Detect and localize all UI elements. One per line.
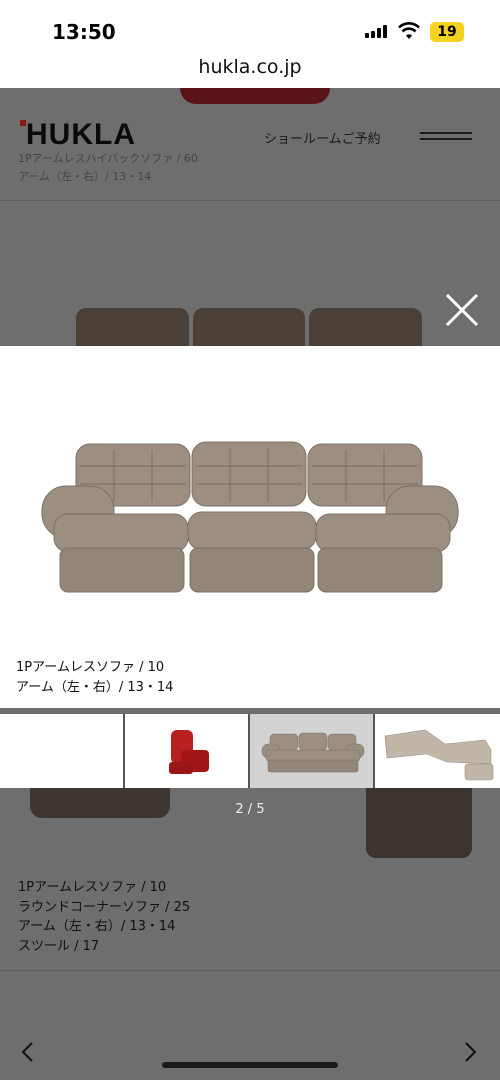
- background-caption-line: 1Pアームレスハイバックソファ / 60: [18, 152, 198, 165]
- background-product-list: 1Pアームレスソファ / 10 ラウンドコーナーソファ / 25 アーム（左・右…: [18, 878, 190, 956]
- background-caption-line: アーム（左・右）/ 13・14: [18, 170, 152, 183]
- close-icon[interactable]: [444, 292, 480, 328]
- background-sofa-image: [76, 308, 423, 348]
- status-time: 13:50: [52, 20, 116, 44]
- battery-indicator: 19: [430, 22, 464, 42]
- thumbnail-2[interactable]: [125, 714, 250, 788]
- home-indicator: [162, 1062, 338, 1068]
- menu-icon[interactable]: [420, 132, 472, 144]
- signal-icon: [365, 24, 387, 38]
- status-bar: 13:50 19: [0, 0, 500, 52]
- divider: [0, 970, 500, 971]
- sofa-thumbnail-image: [261, 732, 365, 773]
- image-counter: 2 / 5: [235, 802, 265, 817]
- thumbnail-1[interactable]: [0, 714, 125, 788]
- list-item: 1Pアームレスソファ / 10: [18, 880, 167, 895]
- showroom-reservation-link[interactable]: ショールームご予約: [264, 128, 381, 147]
- thumbnail-strip: [0, 714, 500, 788]
- site-logo[interactable]: HUKLA: [26, 118, 136, 152]
- background-caption: 1Pアームレスハイバックソファ / 60 アーム（左・右）/ 13・14: [18, 150, 198, 186]
- caption-line: アーム（左・右）/ 13・14: [16, 680, 174, 695]
- list-item: アーム（左・右）/ 13・14: [18, 919, 176, 934]
- background-sofa-image: [366, 778, 472, 858]
- thumbnail-3[interactable]: [250, 714, 375, 788]
- lightbox-panel: 1Pアームレスソファ / 10 アーム（左・右）/ 13・14: [0, 346, 500, 708]
- wifi-icon: [398, 22, 420, 39]
- list-item: スツール / 17: [18, 938, 100, 954]
- divider: [0, 200, 500, 201]
- chevron-right-icon[interactable]: [460, 1040, 480, 1064]
- red-chair-image: [169, 730, 209, 774]
- sofa-product-image: [41, 441, 459, 593]
- image-caption: 1Pアームレスソファ / 10 アーム（左・右）/ 13・14: [16, 658, 173, 698]
- thumbnail-4[interactable]: [375, 714, 500, 788]
- background-product-image: [180, 88, 330, 104]
- list-item: ラウンドコーナーソファ / 25: [18, 899, 191, 915]
- corner-sofa-thumbnail-image: [384, 729, 494, 781]
- caption-line: 1Pアームレスソファ / 10: [16, 660, 165, 675]
- url-bar[interactable]: hukla.co.jp: [0, 52, 500, 88]
- chevron-left-icon[interactable]: [18, 1040, 38, 1064]
